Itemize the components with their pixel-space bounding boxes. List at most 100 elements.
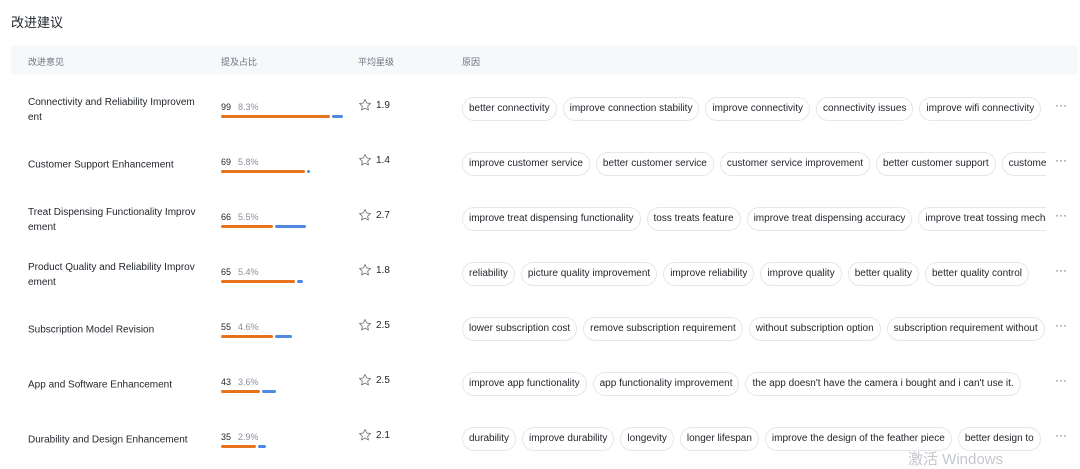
suggestion-name: Product Quality and Reliability Improvem… xyxy=(28,261,195,288)
mention-bar-blue xyxy=(307,170,310,173)
average-rating: 1.4 xyxy=(376,155,390,166)
reason-tag[interactable]: improve connection stability xyxy=(562,97,700,121)
reason-tag[interactable]: customer service improvement xyxy=(719,152,871,176)
table-row[interactable]: App and Software Enhancement 43 3.6% 2.5… xyxy=(0,357,1080,412)
star-outline-icon xyxy=(359,319,371,331)
mention-percent: 2.9% xyxy=(238,432,259,442)
windows-activation-watermark: 激活 Windows xyxy=(908,451,1004,468)
reason-tags: improve customer service better customer … xyxy=(462,152,1046,176)
mention-bar-blue xyxy=(262,390,276,393)
table-row[interactable]: Product Quality and Reliability Improvem… xyxy=(0,247,1080,302)
table-row[interactable]: Treat Dispensing Functionality Improveme… xyxy=(0,192,1080,247)
more-horizontal-icon[interactable]: ··· xyxy=(1055,153,1067,167)
mention-count: 35 xyxy=(221,432,232,442)
average-rating: 1.8 xyxy=(376,265,390,276)
mention-count: 43 xyxy=(221,377,232,387)
mention-bar-orange xyxy=(221,280,295,283)
suggestion-name: Connectivity and Reliability Improvement xyxy=(28,96,195,123)
average-rating: 2.5 xyxy=(376,320,390,331)
reason-tag[interactable]: improve durability xyxy=(522,427,615,451)
reason-tag[interactable]: improve app functionality xyxy=(462,372,587,396)
average-rating: 1.9 xyxy=(376,100,390,111)
suggestion-name: Treat Dispensing Functionality Improveme… xyxy=(28,206,196,233)
mention-percent: 3.6% xyxy=(238,377,259,387)
mention-count: 66 xyxy=(221,212,232,222)
average-rating: 2.7 xyxy=(376,210,390,221)
reason-tags: better connectivity improve connection st… xyxy=(462,97,1046,121)
more-horizontal-icon[interactable]: ··· xyxy=(1055,263,1067,277)
reason-tag[interactable]: durability xyxy=(462,427,517,451)
reason-tag[interactable]: toss treats feature xyxy=(646,207,741,231)
reason-tags: improve treat dispensing functionality to… xyxy=(462,207,1046,231)
more-horizontal-icon[interactable]: ··· xyxy=(1055,428,1067,442)
reason-tag[interactable]: improve connectivity xyxy=(705,97,811,121)
reason-tag[interactable]: customer xyxy=(1001,152,1046,176)
reason-tag[interactable]: picture quality improvement xyxy=(520,262,658,286)
star-outline-icon xyxy=(359,429,371,441)
suggestion-name: Durability and Design Enhancement xyxy=(28,434,188,445)
star-outline-icon xyxy=(359,99,371,111)
column-header-avg-rating: 平均星级 xyxy=(358,57,395,67)
mention-bar-blue xyxy=(275,335,292,338)
mention-percent: 5.8% xyxy=(238,157,259,167)
reason-tag[interactable]: better connectivity xyxy=(462,97,557,121)
column-header-suggestion: 改进意见 xyxy=(28,57,65,67)
page-title: 改进建议 xyxy=(11,15,64,30)
reason-tag[interactable]: better customer support xyxy=(876,152,996,176)
more-horizontal-icon[interactable]: ··· xyxy=(1055,98,1067,112)
reason-tag[interactable]: better customer service xyxy=(595,152,714,176)
mention-bar-orange xyxy=(221,445,256,448)
star-outline-icon xyxy=(359,264,371,276)
reason-tag[interactable]: improve treat tossing mechanism xyxy=(918,207,1046,231)
suggestion-name: Subscription Model Revision xyxy=(28,324,155,335)
column-header-reasons: 原因 xyxy=(462,57,481,67)
mention-bar-blue xyxy=(297,280,303,283)
table-header: 改进意见 提及占比 平均星级 原因 xyxy=(11,45,1078,75)
reason-tag[interactable]: lower subscription cost xyxy=(462,317,578,341)
table-row[interactable]: Connectivity and Reliability Improvement… xyxy=(0,82,1080,137)
mention-bar-orange xyxy=(221,170,305,173)
mention-bar-blue xyxy=(332,115,343,118)
column-header-mentions: 提及占比 xyxy=(221,57,258,67)
reason-tag[interactable]: connectivity issues xyxy=(816,97,914,121)
table-row[interactable]: Customer Support Enhancement 69 5.8% 1.4… xyxy=(0,137,1080,192)
more-horizontal-icon[interactable]: ··· xyxy=(1055,373,1067,387)
reason-tag[interactable]: better quality control xyxy=(924,262,1030,286)
reason-tags: improve app functionality app functionali… xyxy=(462,372,1046,396)
mention-count: 65 xyxy=(221,267,232,277)
mention-bar-orange xyxy=(221,390,260,393)
mention-count: 55 xyxy=(221,322,232,332)
reason-tag[interactable]: the app doesn't have the camera i bought… xyxy=(745,372,1021,396)
reason-tag[interactable]: better quality xyxy=(847,262,919,286)
mention-bar-orange xyxy=(221,335,273,338)
mention-count: 99 xyxy=(221,102,232,112)
reason-tag[interactable]: app functionality improvement xyxy=(592,372,740,396)
mention-bar-blue xyxy=(275,225,306,228)
reason-tag[interactable]: longevity xyxy=(620,427,674,451)
reason-tag[interactable]: improve reliability xyxy=(663,262,755,286)
reason-tags: reliability picture quality improvement im… xyxy=(462,262,1046,286)
star-outline-icon xyxy=(359,374,371,386)
reason-tag[interactable]: without subscription option xyxy=(748,317,881,341)
reason-tag[interactable]: longer lifespan xyxy=(679,427,759,451)
mention-percent: 5.5% xyxy=(238,212,259,222)
mention-percent: 5.4% xyxy=(238,267,259,277)
more-horizontal-icon[interactable]: ··· xyxy=(1055,208,1067,222)
reason-tag[interactable]: improve wifi connectivity xyxy=(919,97,1042,121)
reason-tag[interactable]: reliability xyxy=(462,262,515,286)
table-row[interactable]: Subscription Model Revision 55 4.6% 2.5 … xyxy=(0,302,1080,357)
reason-tag[interactable]: improve treat dispensing accuracy xyxy=(746,207,913,231)
reason-tag[interactable]: subscription requirement without xyxy=(886,317,1045,341)
average-rating: 2.1 xyxy=(376,430,390,441)
star-outline-icon xyxy=(359,209,371,221)
mention-bar-orange xyxy=(221,225,273,228)
reason-tag[interactable]: improve quality xyxy=(760,262,842,286)
more-horizontal-icon[interactable]: ··· xyxy=(1055,318,1067,332)
reason-tag[interactable]: improve customer service xyxy=(462,152,590,176)
mention-percent: 8.3% xyxy=(238,102,259,112)
reason-tag[interactable]: remove subscription requirement xyxy=(583,317,743,341)
reason-tags: lower subscription cost remove subscripti… xyxy=(462,317,1046,341)
star-outline-icon xyxy=(359,154,371,166)
suggestion-name: App and Software Enhancement xyxy=(28,379,172,390)
reason-tag[interactable]: improve treat dispensing functionality xyxy=(462,207,641,231)
